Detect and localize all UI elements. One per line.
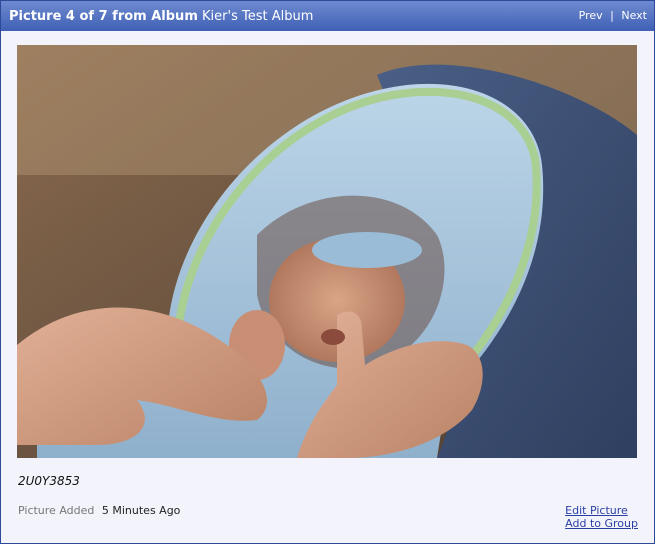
picture-added-time: 5 Minutes Ago <box>101 504 181 517</box>
baby-photo-image <box>17 45 637 458</box>
picture-added-info: Picture Added 5 Minutes Ago <box>18 504 180 517</box>
next-link[interactable]: Next <box>621 9 647 22</box>
prev-link[interactable]: Prev <box>579 9 603 22</box>
picture-caption: 2U0Y3853 <box>18 474 80 488</box>
picture-panel: Picture 4 of 7 from Album Kier's Test Al… <box>0 0 655 544</box>
picture-navigation: Prev | Next <box>579 9 647 22</box>
picture-position-label: Picture 4 of 7 from Album <box>9 9 198 24</box>
picture-added-label: Picture Added <box>18 504 95 517</box>
page-title: Picture 4 of 7 from Album Kier's Test Al… <box>9 9 313 24</box>
title-bar: Picture 4 of 7 from Album Kier's Test Al… <box>1 1 654 31</box>
edit-picture-link[interactable]: Edit Picture <box>565 504 638 517</box>
album-photo[interactable] <box>17 45 637 458</box>
add-to-group-link[interactable]: Add to Group <box>565 517 638 530</box>
picture-actions: Edit Picture Add to Group <box>565 504 638 530</box>
album-name[interactable]: Kier's Test Album <box>202 9 313 24</box>
nav-separator: | <box>610 9 614 22</box>
